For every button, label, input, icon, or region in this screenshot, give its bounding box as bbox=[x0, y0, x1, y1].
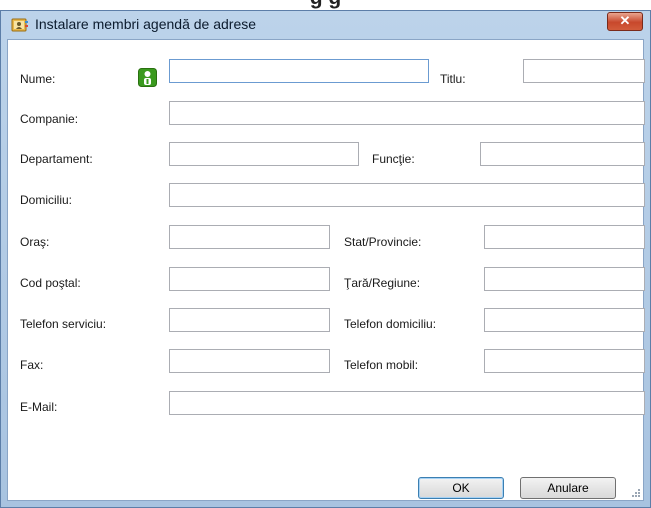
functie-input[interactable] bbox=[480, 142, 645, 166]
label-domiciliu: Domiciliu: bbox=[20, 193, 73, 207]
dialog-window: Instalare membri agendă de adrese ✕ Nume… bbox=[0, 10, 651, 508]
heading-fragment-text: g g bbox=[0, 0, 651, 10]
label-telefon-domiciliu: Telefon domiciliu: bbox=[344, 317, 437, 331]
cancel-button[interactable]: Anulare bbox=[520, 477, 616, 499]
ok-button[interactable]: OK bbox=[418, 477, 504, 499]
label-functie: Funcţie: bbox=[372, 152, 415, 166]
telefon-serviciu-input[interactable] bbox=[169, 308, 330, 332]
close-icon: ✕ bbox=[619, 13, 631, 28]
person-icon[interactable] bbox=[138, 68, 157, 87]
oras-input[interactable] bbox=[169, 225, 330, 249]
label-titlu: Titlu: bbox=[440, 72, 466, 86]
telefon-domiciliu-input[interactable] bbox=[484, 308, 645, 332]
departament-input[interactable] bbox=[169, 142, 359, 166]
label-email: E-Mail: bbox=[20, 400, 58, 414]
tara-regiune-input[interactable] bbox=[484, 267, 645, 291]
label-oras: Oraş: bbox=[20, 235, 50, 249]
cod-postal-input[interactable] bbox=[169, 267, 330, 291]
label-departament: Departament: bbox=[20, 152, 93, 166]
telefon-mobil-input[interactable] bbox=[484, 349, 645, 373]
address-book-icon bbox=[11, 18, 28, 32]
titlu-input[interactable] bbox=[523, 59, 645, 83]
dialog-client-area: Nume: Titlu: Companie: Departament: Func… bbox=[7, 39, 645, 501]
resize-grip-icon[interactable] bbox=[631, 488, 641, 498]
domiciliu-input[interactable] bbox=[169, 183, 645, 207]
title-bar: Instalare membri agendă de adrese ✕ bbox=[1, 11, 650, 39]
label-cod-postal: Cod poştal: bbox=[20, 276, 81, 290]
label-stat-provincie: Stat/Provincie: bbox=[344, 235, 422, 249]
stat-provincie-input[interactable] bbox=[484, 225, 645, 249]
companie-input[interactable] bbox=[169, 101, 645, 125]
label-fax: Fax: bbox=[20, 358, 44, 372]
label-tara-regiune: Ţară/Regiune: bbox=[344, 276, 421, 290]
label-telefon-mobil: Telefon mobil: bbox=[344, 358, 419, 372]
fax-input[interactable] bbox=[169, 349, 330, 373]
label-companie: Companie: bbox=[20, 112, 79, 126]
window-title: Instalare membri agendă de adrese bbox=[35, 16, 257, 32]
close-button[interactable]: ✕ bbox=[607, 12, 643, 31]
email-input[interactable] bbox=[169, 391, 645, 415]
background-heading-fragment: g g bbox=[0, 0, 651, 10]
label-nume: Nume: bbox=[20, 72, 56, 86]
nume-input[interactable] bbox=[169, 59, 429, 83]
label-telefon-serviciu: Telefon serviciu: bbox=[20, 317, 107, 331]
